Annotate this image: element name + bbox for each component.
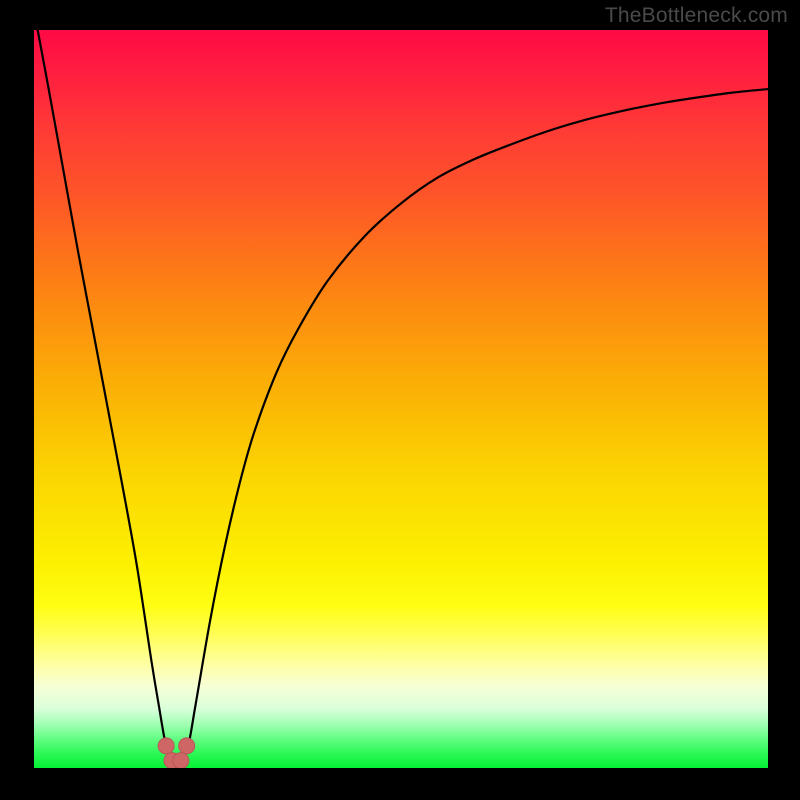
watermark-text: TheBottleneck.com — [605, 4, 788, 28]
bottleneck-curve-svg — [34, 30, 768, 768]
bottleneck-curve-path — [38, 30, 768, 762]
curve-marker — [173, 753, 189, 768]
curve-marker — [179, 738, 195, 754]
curve-marker — [158, 738, 174, 754]
curve-markers — [158, 738, 195, 768]
chart-frame: TheBottleneck.com — [0, 0, 800, 800]
plot-area — [34, 30, 768, 768]
